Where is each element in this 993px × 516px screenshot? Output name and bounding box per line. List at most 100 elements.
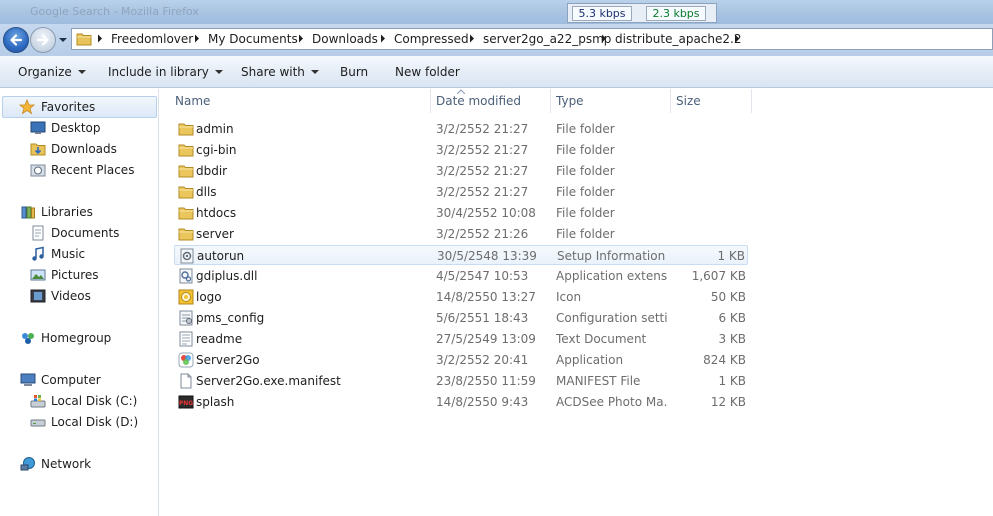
homegroup-icon bbox=[22, 333, 34, 344]
breadcrumb-compressed[interactable]: Compressed bbox=[394, 32, 469, 46]
file-size: 6 KB bbox=[718, 311, 746, 325]
organize-label: Organize bbox=[18, 65, 72, 79]
recent-pages-dropdown-icon[interactable] bbox=[58, 35, 68, 45]
nav-downloads[interactable]: Downloads bbox=[0, 139, 156, 159]
music-icon bbox=[32, 246, 44, 261]
nav-local-disk-d[interactable]: Local Disk (D:) bbox=[0, 412, 156, 432]
nav-computer[interactable]: Computer bbox=[0, 370, 156, 390]
nav-pictures[interactable]: Pictures bbox=[0, 265, 156, 285]
include-in-library-menu[interactable]: Include in library bbox=[108, 65, 223, 79]
network-icon bbox=[20, 457, 35, 471]
nav-local-disk-d-label: Local Disk (D:) bbox=[51, 415, 139, 429]
column-header-type[interactable]: Type bbox=[556, 94, 584, 108]
address-toolbar: Freedomlover My Documents Downloads Comp… bbox=[0, 24, 993, 56]
breadcrumb-chevron-icon[interactable] bbox=[469, 34, 475, 43]
recent-places-icon bbox=[30, 164, 46, 177]
file-row[interactable]: logo 14/8/2550 13:27 Icon 50 KB bbox=[174, 287, 748, 307]
nav-videos[interactable]: Videos bbox=[0, 286, 156, 306]
folder-row[interactable]: dlls 3/2/2552 21:27 File folder bbox=[174, 182, 748, 202]
column-divider[interactable] bbox=[751, 89, 752, 113]
file-type: Setup Information bbox=[557, 249, 666, 263]
forward-button[interactable] bbox=[30, 27, 56, 53]
breadcrumb-freedomlover[interactable]: Freedomlover bbox=[111, 32, 193, 46]
file-type: File folder bbox=[556, 185, 615, 199]
breadcrumb-chevron-icon[interactable] bbox=[194, 34, 200, 43]
folder-row[interactable]: dbdir 3/2/2552 21:27 File folder bbox=[174, 161, 748, 181]
file-date-modified: 27/5/2549 13:09 bbox=[436, 332, 536, 346]
burn-button[interactable]: Burn bbox=[340, 65, 368, 79]
file-name: splash bbox=[196, 395, 235, 409]
network-meter: 5.3 kbps 2.3 kbps bbox=[567, 3, 717, 23]
breadcrumb-chevron-icon[interactable] bbox=[601, 34, 607, 43]
nav-music[interactable]: Music bbox=[0, 244, 156, 264]
folder-row[interactable]: server 3/2/2552 21:26 File folder bbox=[174, 224, 748, 244]
column-divider[interactable] bbox=[430, 89, 431, 113]
file-size: 1 KB bbox=[718, 374, 746, 388]
nav-recent-places-label: Recent Places bbox=[51, 163, 135, 177]
breadcrumb-downloads[interactable]: Downloads bbox=[312, 32, 378, 46]
file-date-modified: 3/2/2552 20:41 bbox=[436, 353, 529, 367]
back-button[interactable] bbox=[3, 27, 29, 53]
new-folder-button[interactable]: New folder bbox=[395, 65, 460, 79]
breadcrumb-chevron-icon[interactable] bbox=[734, 34, 740, 43]
column-header-date-modified[interactable]: Date modified bbox=[436, 94, 521, 108]
file-row[interactable]: autorun 30/5/2548 13:39 Setup Information 1… bbox=[174, 245, 748, 265]
nav-documents[interactable]: Documents bbox=[0, 223, 156, 243]
file-type: File folder bbox=[556, 206, 615, 220]
computer-icon bbox=[20, 373, 36, 386]
breadcrumb-distribute-apache[interactable]: distribute_apache2.2 bbox=[615, 32, 741, 46]
nav-desktop[interactable]: Desktop bbox=[0, 118, 156, 138]
svg-text:PNG: PNG bbox=[179, 400, 193, 407]
nav-local-disk-c[interactable]: Local Disk (C:) bbox=[0, 391, 156, 411]
forward-arrow-icon bbox=[36, 34, 49, 46]
column-divider[interactable] bbox=[670, 89, 671, 113]
nav-recent-places[interactable]: Recent Places bbox=[0, 160, 156, 180]
file-date-modified: 23/8/2550 11:59 bbox=[436, 374, 536, 388]
config-icon bbox=[179, 310, 193, 326]
file-name: pms_config bbox=[196, 311, 265, 325]
file-row[interactable]: readme 27/5/2549 13:09 Text Document 3 KB bbox=[174, 329, 748, 349]
file-date-modified: 30/5/2548 13:39 bbox=[437, 249, 537, 263]
folder-row[interactable]: cgi-bin 3/2/2552 21:27 File folder bbox=[174, 140, 748, 160]
address-bar[interactable]: Freedomlover My Documents Downloads Comp… bbox=[71, 28, 993, 50]
file-name: readme bbox=[196, 332, 243, 346]
column-header-size[interactable]: Size bbox=[676, 94, 701, 108]
download-rate: 5.3 kbps bbox=[572, 6, 632, 21]
nav-homegroup[interactable]: Homegroup bbox=[0, 328, 156, 348]
nav-libraries[interactable]: Libraries bbox=[0, 202, 156, 222]
breadcrumb-chevron-icon[interactable] bbox=[380, 34, 386, 43]
nav-network-label: Network bbox=[41, 457, 92, 471]
file-type: Configuration setti... bbox=[556, 311, 668, 325]
share-with-label: Share with bbox=[241, 65, 305, 79]
file-row[interactable]: PNG splash 14/8/2550 9:43 ACDSee Photo Ma..… bbox=[174, 392, 748, 412]
file-name: cgi-bin bbox=[196, 143, 237, 157]
folder-row[interactable]: htdocs 30/4/2552 10:08 File folder bbox=[174, 203, 748, 223]
nav-favorites[interactable]: Favorites bbox=[0, 97, 156, 117]
column-header-name[interactable]: Name bbox=[175, 94, 210, 108]
nav-documents-label: Documents bbox=[51, 226, 120, 240]
file-size: 824 KB bbox=[703, 353, 746, 367]
folder-icon bbox=[178, 186, 194, 199]
file-name: dbdir bbox=[196, 164, 228, 178]
file-row[interactable]: gdiplus.dll 4/5/2547 10:53 Application ext… bbox=[174, 266, 748, 286]
include-in-library-label: Include in library bbox=[108, 65, 209, 79]
breadcrumb-my-documents[interactable]: My Documents bbox=[208, 32, 298, 46]
file-name: server bbox=[196, 227, 234, 241]
file-row[interactable]: Server2Go.exe.manifest 23/8/2550 11:59 MAN… bbox=[174, 371, 748, 391]
folder-row[interactable]: admin 3/2/2552 21:27 File folder bbox=[174, 119, 748, 139]
organize-menu[interactable]: Organize bbox=[18, 65, 86, 79]
breadcrumb-chevron-icon[interactable] bbox=[97, 34, 103, 43]
breadcrumb-chevron-icon[interactable] bbox=[298, 34, 304, 43]
file-row[interactable]: pms_config 5/6/2551 18:43 Configuration se… bbox=[174, 308, 748, 328]
nav-favorites-label: Favorites bbox=[41, 100, 96, 114]
nav-network[interactable]: Network bbox=[0, 454, 156, 474]
share-with-menu[interactable]: Share with bbox=[241, 65, 319, 79]
column-divider[interactable] bbox=[550, 89, 551, 113]
breadcrumb-server2go[interactable]: server2go_a22_psmp bbox=[483, 32, 611, 46]
file-size: 1 KB bbox=[717, 249, 745, 263]
file-row[interactable]: Server2Go 3/2/2552 20:41 Application 824 KB bbox=[174, 350, 748, 370]
application-icon bbox=[178, 352, 194, 368]
nav-videos-label: Videos bbox=[51, 289, 91, 303]
file-date-modified: 14/8/2550 9:43 bbox=[436, 395, 529, 409]
star-icon bbox=[19, 99, 35, 115]
